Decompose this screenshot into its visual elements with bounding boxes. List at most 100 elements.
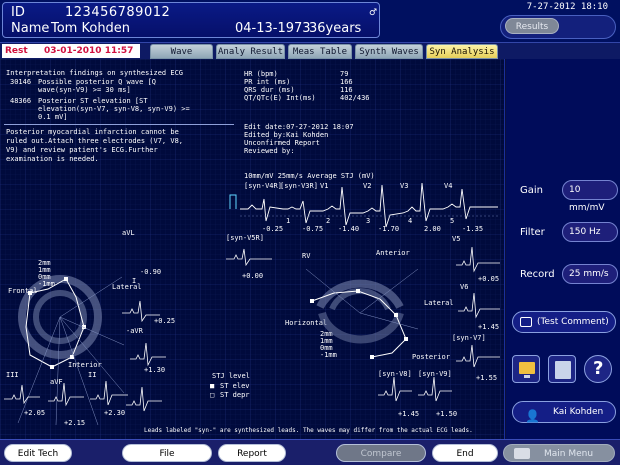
tab-meas-table[interactable]: Meas Table xyxy=(288,44,352,59)
finding-text-2c: 0.1 mV] xyxy=(38,113,68,121)
name-value: Tom Kohden xyxy=(51,21,131,36)
frontal-interior-label: Interior xyxy=(68,361,102,369)
user-name: Kai Kohden xyxy=(553,407,604,417)
lead-avl: aVL xyxy=(122,229,135,237)
monitor-icon[interactable] xyxy=(512,355,540,383)
pr-label: PR int (ms) xyxy=(244,78,291,86)
header-bar: ID 123456789012 Name Tom Kohden 04-13-19… xyxy=(0,0,620,42)
findings-header: Interpretation findings on synthesized E… xyxy=(6,69,184,77)
keyboard-icon xyxy=(514,448,530,459)
lead-ii-value: +2.30 xyxy=(104,409,126,417)
legend-depr: ST depr xyxy=(220,391,250,399)
date-time: 7-27-2012 18:10 xyxy=(526,2,608,12)
finding-code-1: 30146 xyxy=(10,78,32,86)
record-label: Record xyxy=(520,269,555,280)
stj-symbol-2: 2 xyxy=(326,217,331,225)
tab-bar: Rest 03-01-2010 11:57 Wave Analy Result … xyxy=(0,42,620,59)
film-strip-icon[interactable] xyxy=(548,355,576,383)
file-button[interactable]: File xyxy=(122,444,212,462)
frontal-lateral-label: Lateral xyxy=(112,283,142,291)
main-menu-button[interactable]: Main Menu xyxy=(503,444,615,462)
synthesized-footnote: Leads labeled "syn-" are synthesized lea… xyxy=(144,427,473,434)
tab-analy-result[interactable]: Analy Result xyxy=(216,44,285,59)
rest-label: Rest xyxy=(5,46,28,56)
gain-select[interactable]: 10 mm/mV xyxy=(562,180,618,213)
findings-divider xyxy=(4,124,234,125)
comment-line-4: examination is needed. xyxy=(6,155,99,163)
legend-depr-icon: □ xyxy=(210,391,215,399)
finding-text-1b: wave(syn-V9) >= 30 ms] xyxy=(38,86,131,94)
comment-line-1: Posterior myocardial infarction cannot b… xyxy=(6,128,179,136)
record-select[interactable]: 25 mm/s xyxy=(562,264,618,284)
legend-elev: ST elev xyxy=(220,382,250,390)
edit-date: Edit date:07-27-2012 18:07 xyxy=(244,123,354,131)
rest-record: Rest 03-01-2010 11:57 xyxy=(2,44,140,58)
lead-avf-value: +2.15 xyxy=(64,419,86,427)
user-button[interactable]: 👤 Kai Kohden xyxy=(512,401,616,423)
qt-value: 402/436 xyxy=(340,94,370,102)
stj-symbol-4: 4 xyxy=(408,217,413,225)
lead-syn-v9-value: +1.50 xyxy=(436,410,458,418)
edit-tech-button[interactable]: Edit Tech xyxy=(4,444,72,462)
legend-title: STJ level xyxy=(212,372,250,380)
hr-value: 79 xyxy=(340,70,349,78)
report-button[interactable]: Report xyxy=(218,444,286,462)
end-button[interactable]: End xyxy=(432,444,498,462)
male-icon: ♂ xyxy=(369,8,378,18)
pr-value: 166 xyxy=(340,78,353,86)
stj-symbol-3: 3 xyxy=(366,217,371,225)
tab-wave[interactable]: Wave xyxy=(150,44,213,59)
filter-label: Filter xyxy=(520,227,545,238)
control-panel: Gain 10 mm/mV Filter 150 Hz Record 25 mm… xyxy=(506,59,620,439)
qt-label: QT/QTc(E) Int(ms) xyxy=(244,94,316,102)
main-menu-label: Main Menu xyxy=(544,449,594,459)
lead-avr: -aVR xyxy=(126,327,143,335)
age: 36years xyxy=(309,21,362,36)
lead-ii: II xyxy=(88,371,97,379)
syn-v5r-waveform xyxy=(226,248,272,267)
finding-code-2: 48366 xyxy=(10,97,32,105)
comment-line-3: V9) and review patient's ECG.Further xyxy=(6,146,158,154)
limb-lead-waveforms xyxy=(4,380,128,407)
chest-lead-waveforms xyxy=(378,246,500,402)
legend-elev-icon: ■ xyxy=(210,382,215,390)
stj-symbol-5: 5 xyxy=(450,217,455,225)
help-icon[interactable]: ? xyxy=(584,355,612,383)
tab-synth-waves[interactable]: Synth Waves xyxy=(355,44,423,59)
lead-i: I xyxy=(132,277,137,285)
results-button[interactable]: Results xyxy=(505,18,559,34)
help-glyph: ? xyxy=(593,358,604,379)
stj-waveform xyxy=(229,182,498,228)
analysis-panel: Interpretation findings on synthesized E… xyxy=(0,59,505,439)
filter-select[interactable]: 150 Hz xyxy=(562,222,618,242)
qrs-label: QRS dur (ms) xyxy=(244,86,295,94)
test-comment-button[interactable]: (Test Comment) xyxy=(512,311,616,333)
finding-text-1a: Possible posterior Q wave [Q xyxy=(38,78,157,86)
lead-iii: III xyxy=(6,371,19,379)
test-comment-label: (Test Comment) xyxy=(537,317,609,327)
reviewed-by: Reviewed by: xyxy=(244,147,295,155)
lead-syn-v5r: [syn-V5R] xyxy=(226,234,264,242)
birth-date: 04-13-1973 xyxy=(235,21,311,36)
name-label: Name xyxy=(11,21,50,36)
edited-by: Edited by:Kai Kohden xyxy=(244,131,329,139)
id-label: ID xyxy=(11,5,25,20)
stj-symbol-1: 1 xyxy=(286,217,291,225)
id-value: 123456789012 xyxy=(65,5,171,20)
patient-info-bar: ID 123456789012 Name Tom Kohden 04-13-19… xyxy=(2,2,380,38)
finding-text-2b: elevation(syn-V7, syn-V8, syn-V9) >= xyxy=(38,105,190,113)
comment-line-2: ruled out.Attach three electrodes (V7, V… xyxy=(6,137,184,145)
user-icon: 👤 xyxy=(525,409,540,423)
horizontal-rv-label: RV xyxy=(302,252,311,260)
gain-label: Gain xyxy=(520,185,543,196)
lead-syn-v8-value: +1.45 xyxy=(398,410,420,418)
unconfirmed-report: Unconfirmed Report xyxy=(244,139,320,147)
frontal-scale-4: -1mm xyxy=(38,280,55,288)
lead-iii-value: +2.05 xyxy=(24,409,46,417)
footer-bar: Edit Tech File Report Compare End Main M… xyxy=(0,439,620,465)
lead-avl-value: -0.90 xyxy=(140,268,162,276)
lead-i-value: +0.25 xyxy=(154,317,176,325)
frontal-title: Frontal xyxy=(8,287,38,295)
compare-button[interactable]: Compare xyxy=(336,444,426,462)
tab-syn-analysis[interactable]: Syn Analysis xyxy=(426,44,498,59)
